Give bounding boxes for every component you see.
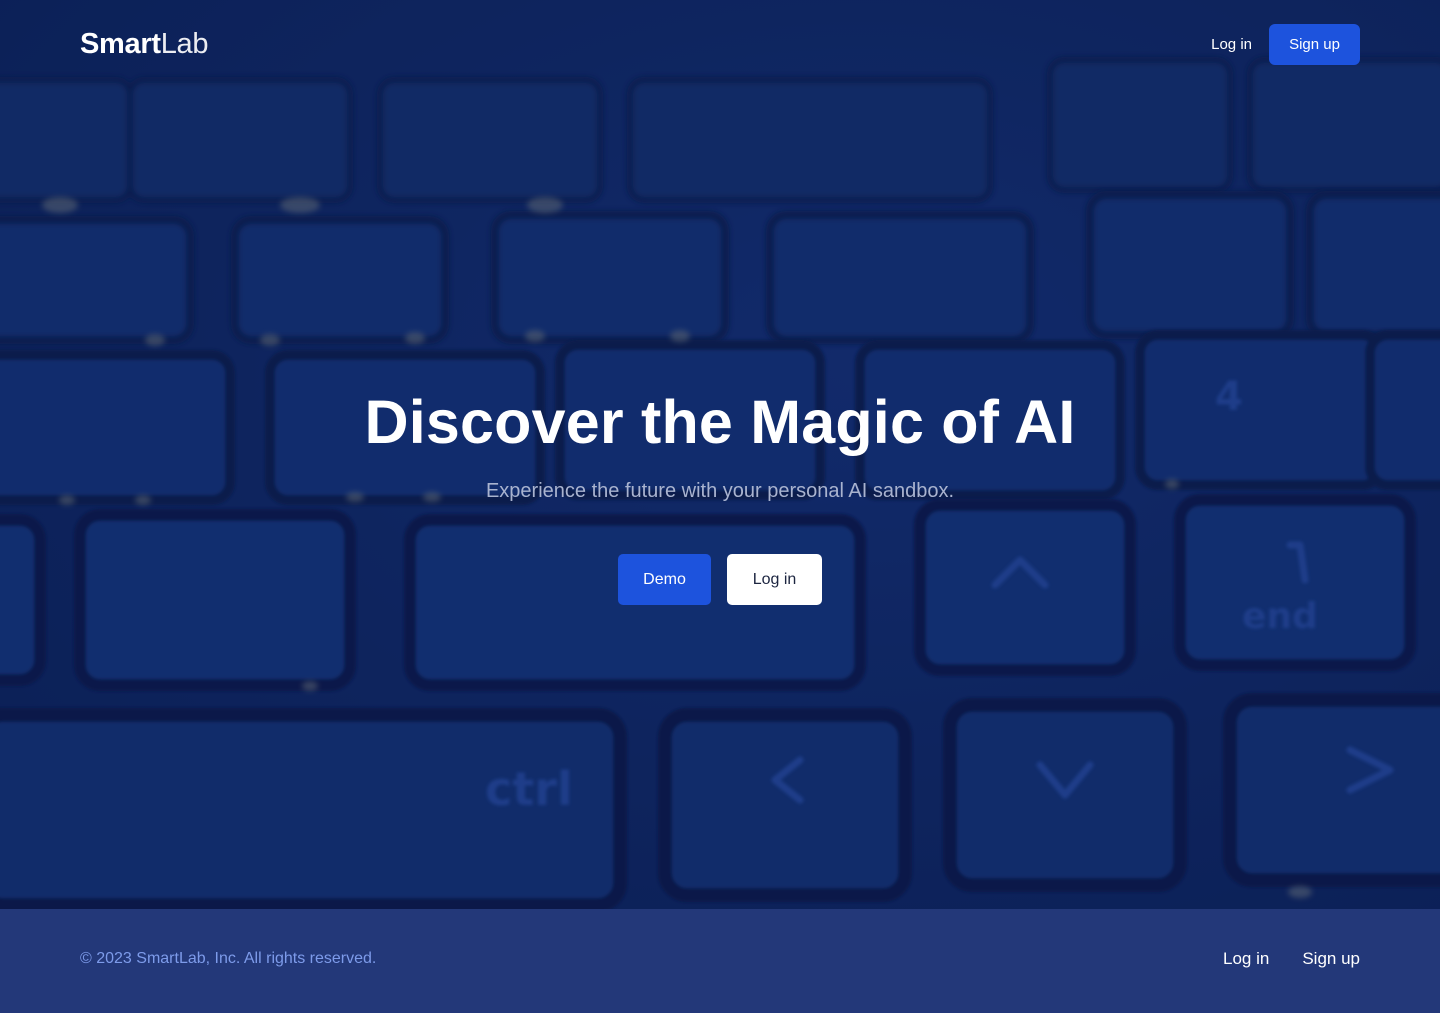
hero-cta-group: Demo Log in — [0, 554, 1440, 605]
footer-login-link[interactable]: Log in — [1223, 949, 1269, 969]
footer: © 2023 SmartLab, Inc. All rights reserve… — [0, 909, 1440, 1013]
hero-subtitle: Experience the future with your personal… — [485, 480, 955, 502]
copyright-text: © 2023 SmartLab, Inc. All rights reserve… — [80, 950, 377, 967]
brand-logo[interactable]: SmartLab — [80, 28, 209, 60]
brand-name-light: Lab — [160, 28, 209, 60]
header-actions: Log in Sign up — [1211, 24, 1360, 65]
demo-button[interactable]: Demo — [618, 554, 711, 605]
header-signup-button[interactable]: Sign up — [1269, 24, 1360, 65]
footer-nav: Log in Sign up — [1223, 949, 1360, 969]
hero-title: Discover the Magic of AI — [364, 388, 1076, 456]
hero-login-button[interactable]: Log in — [727, 554, 822, 605]
landing-page: ctrl end 4 SmartLab Log in Sign up Disco… — [0, 0, 1440, 1013]
top-nav: SmartLab Log in Sign up — [80, 24, 1360, 65]
footer-signup-link[interactable]: Sign up — [1302, 949, 1360, 969]
header-login-link[interactable]: Log in — [1211, 36, 1252, 53]
brand-name-bold: Smart — [80, 28, 161, 60]
